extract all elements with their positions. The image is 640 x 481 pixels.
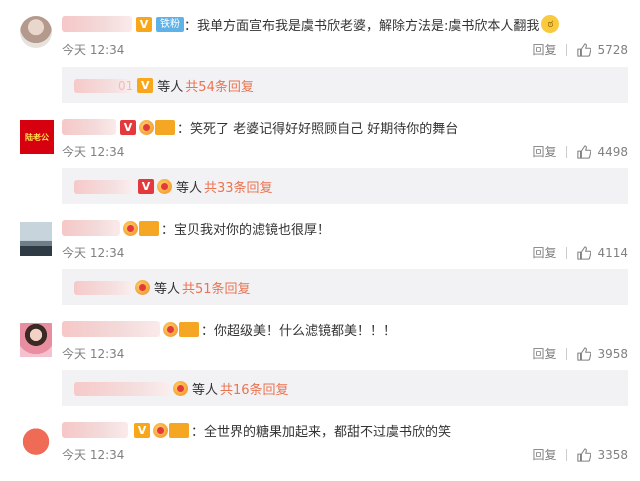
like-button[interactable]: 3358 (577, 448, 628, 462)
reply-others-label: 等人 (192, 383, 219, 398)
reply-button[interactable]: 回复 (532, 41, 556, 58)
thumbs-up-icon (577, 144, 592, 159)
emoji-icon: ಠ (541, 15, 560, 33)
fan-level-icon (153, 422, 168, 438)
comment-text: ：全世界的糖果加起来，都甜不过虞书欣的笑 (191, 424, 452, 440)
reply-username-fragment: 01 (118, 78, 134, 93)
more-replies-link[interactable]: 共51条回复 (182, 278, 251, 297)
divider (566, 145, 568, 158)
comment-text: ：我单方面宣布我是虞书欣老婆，解除方法是:虞书欣本人翻我 (184, 18, 540, 34)
reply-others-label: 等人 (157, 80, 184, 95)
comment-header: V ：笑死了 老婆记得好好照顾自己 好期待你的舞台 (62, 117, 458, 137)
reply-username[interactable] (74, 179, 132, 194)
verified-v-icon: V (134, 422, 150, 438)
comment-meta: 今天 12:34 回复 4114 (62, 244, 628, 262)
avatar[interactable] (20, 424, 52, 456)
verified-v-icon: V (120, 119, 136, 135)
fan-badge (139, 220, 159, 236)
divider (566, 448, 568, 461)
timestamp: 今天 12:34 (62, 448, 125, 462)
username[interactable] (62, 321, 160, 337)
avatar[interactable] (20, 16, 52, 48)
timestamp: 今天 12:34 (62, 246, 125, 260)
reply-button[interactable]: 回复 (532, 345, 556, 362)
comment-actions: 回复 3358 (532, 446, 628, 463)
comment-meta: 今天 12:34 回复 3358 (62, 446, 628, 464)
username[interactable] (62, 16, 132, 32)
avatar[interactable]: 陆老公 (20, 120, 54, 154)
like-count: 4114 (597, 245, 628, 260)
more-replies-link[interactable]: 共54条回复 (185, 76, 254, 95)
reply-button[interactable]: 回复 (532, 244, 556, 261)
reply-summary: V 等人 共33条回复 (62, 168, 628, 204)
fan-level-icon (135, 280, 150, 295)
reply-summary: 等人 共51条回复 (62, 269, 628, 305)
verified-v-icon: V (138, 179, 154, 194)
comment-actions: 回复 5728 (532, 41, 628, 58)
like-count: 5728 (597, 42, 628, 57)
fan-level-icon (123, 220, 138, 236)
fan-level-icon (173, 381, 188, 396)
comment-actions: 回复 3958 (532, 345, 628, 362)
like-count: 4498 (597, 144, 628, 159)
timestamp: 今天 12:34 (62, 43, 125, 57)
divider (566, 43, 568, 56)
reply-others-label: 等人 (176, 181, 203, 196)
more-replies-link[interactable]: 共16条回复 (220, 379, 289, 398)
reply-summary: 01 V 等人 共54条回复 (62, 67, 628, 103)
reply-summary: 等人 共16条回复 (62, 370, 628, 406)
fan-badge (179, 321, 199, 337)
comment-meta: 今天 12:34 回复 5728 (62, 41, 628, 59)
fan-level-icon (139, 119, 154, 135)
verified-v-icon: V (137, 78, 154, 93)
comment-header: ：你超级美！什么滤镜都美！！！ (62, 319, 396, 339)
reply-username[interactable] (74, 381, 170, 396)
reply-others-label: 等人 (154, 282, 181, 297)
avatar[interactable] (20, 323, 52, 357)
like-button[interactable]: 4498 (577, 145, 628, 159)
comment-meta: 今天 12:34 回复 3958 (62, 345, 628, 363)
comment-actions: 回复 4498 (532, 143, 628, 160)
like-button[interactable]: 4114 (577, 246, 628, 260)
comment-text: ：宝贝我对你的滤镜也很厚！ (161, 222, 331, 238)
more-replies-link[interactable]: 共33条回复 (204, 177, 273, 196)
like-button[interactable]: 3958 (577, 347, 628, 361)
comment-meta: 今天 12:34 回复 4498 (62, 143, 628, 161)
thumbs-up-icon (577, 346, 592, 361)
timestamp: 今天 12:34 (62, 145, 125, 159)
reply-button[interactable]: 回复 (532, 446, 556, 463)
reply-button[interactable]: 回复 (532, 143, 556, 160)
thumbs-up-icon (577, 245, 592, 260)
thumbs-up-icon (577, 42, 592, 57)
comment-actions: 回复 4114 (532, 244, 628, 261)
fan-badge (169, 422, 189, 438)
timestamp: 今天 12:34 (62, 347, 125, 361)
thumbs-up-icon (577, 447, 592, 462)
reply-username[interactable] (74, 280, 132, 295)
divider (566, 246, 568, 259)
comment-text: ：笑死了 老婆记得好好照顾自己 好期待你的舞台 (177, 121, 459, 137)
fan-level-icon (163, 321, 178, 337)
fan-badge: 铁粉 (156, 16, 184, 32)
divider (566, 347, 568, 360)
fan-level-icon (157, 179, 172, 194)
username[interactable] (62, 119, 116, 135)
avatar-text: 陆老公 (25, 132, 49, 142)
fan-badge (155, 119, 175, 135)
avatar[interactable] (20, 222, 52, 256)
like-count: 3958 (597, 346, 628, 361)
comment-text: ：你超级美！什么滤镜都美！！！ (201, 323, 397, 339)
like-count: 3358 (597, 447, 628, 462)
comment-header: V 铁粉 ：我单方面宣布我是虞书欣老婆，解除方法是:虞书欣本人翻我 ಠ (62, 14, 560, 34)
username[interactable] (62, 220, 120, 236)
comment-header: V ：全世界的糖果加起来，都甜不过虞书欣的笑 (62, 420, 451, 440)
username[interactable] (62, 422, 128, 438)
verified-v-icon: V (136, 16, 152, 32)
comment-header: ：宝贝我对你的滤镜也很厚！ (62, 218, 330, 238)
like-button[interactable]: 5728 (577, 43, 628, 57)
